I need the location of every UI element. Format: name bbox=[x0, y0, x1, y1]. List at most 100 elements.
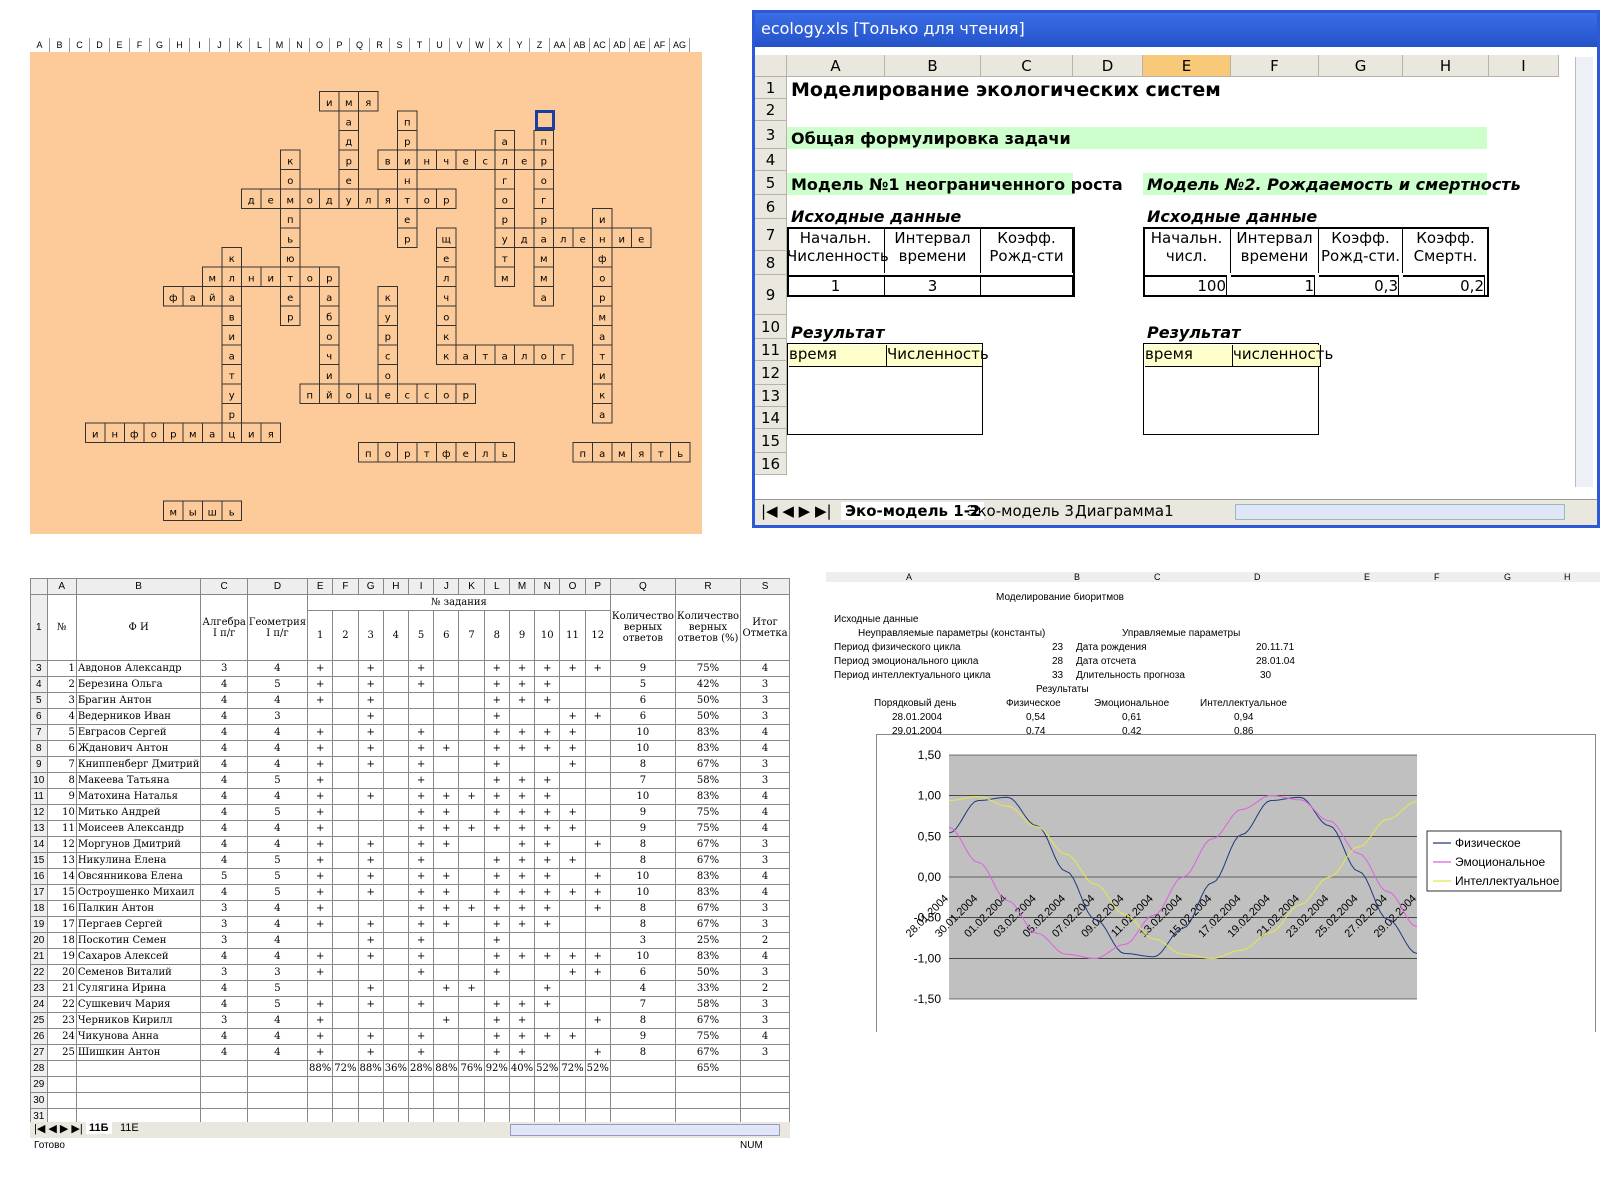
task-mark[interactable] bbox=[534, 964, 561, 981]
col-e[interactable]: E bbox=[1143, 55, 1231, 77]
geo-grade[interactable]: 4 bbox=[246, 900, 309, 917]
geo-grade[interactable]: 4 bbox=[246, 788, 309, 805]
task-mark[interactable]: + bbox=[357, 660, 384, 677]
student-num[interactable]: 3 bbox=[46, 692, 77, 709]
task-mark[interactable] bbox=[332, 900, 359, 917]
task-mark[interactable] bbox=[559, 788, 586, 805]
task-mark[interactable]: + bbox=[508, 676, 536, 693]
task-mark[interactable] bbox=[407, 1012, 435, 1029]
correct-pct[interactable]: 83% bbox=[674, 884, 742, 901]
correct-count[interactable]: 9 bbox=[609, 804, 676, 821]
task-mark[interactable]: + bbox=[357, 932, 384, 949]
task-mark[interactable] bbox=[534, 932, 561, 949]
row-header[interactable]: 8 bbox=[755, 251, 787, 275]
task-mark[interactable] bbox=[407, 980, 435, 997]
student-num[interactable]: 10 bbox=[46, 804, 77, 821]
task-mark[interactable] bbox=[332, 772, 359, 789]
student-num[interactable]: 5 bbox=[46, 724, 77, 741]
empty-cell[interactable] bbox=[534, 1076, 561, 1093]
task-mark[interactable] bbox=[584, 916, 611, 933]
row-header[interactable]: 10 bbox=[755, 315, 787, 339]
task-mark[interactable]: + bbox=[357, 884, 384, 901]
task-mark[interactable]: + bbox=[307, 964, 334, 981]
geo-grade[interactable]: 4 bbox=[246, 724, 309, 741]
geo-grade[interactable]: 5 bbox=[246, 980, 309, 997]
student-num[interactable]: 24 bbox=[46, 1028, 77, 1045]
task-mark[interactable]: + bbox=[357, 868, 384, 885]
task-mark[interactable]: + bbox=[534, 772, 561, 789]
task-mark[interactable] bbox=[458, 836, 485, 853]
task-mark[interactable]: + bbox=[458, 788, 485, 805]
task-mark[interactable] bbox=[332, 996, 359, 1013]
student-name[interactable]: Книппенберг Дмитрий bbox=[75, 756, 202, 773]
row-num[interactable]: 27 bbox=[30, 1044, 48, 1061]
task-mark[interactable]: + bbox=[534, 996, 561, 1013]
task-mark[interactable] bbox=[332, 852, 359, 869]
alg-grade[interactable]: 4 bbox=[200, 948, 248, 965]
task-mark[interactable]: + bbox=[407, 788, 435, 805]
correct-pct[interactable]: 83% bbox=[674, 724, 742, 741]
task-mark[interactable]: + bbox=[584, 1012, 611, 1029]
student-name[interactable]: Авдонов Александр bbox=[75, 660, 202, 677]
task-mark[interactable] bbox=[433, 1044, 460, 1061]
row-header[interactable]: 7 bbox=[755, 219, 787, 251]
empty-cell[interactable] bbox=[584, 1092, 611, 1109]
task-mark[interactable] bbox=[332, 1044, 359, 1061]
task-mark[interactable] bbox=[584, 724, 611, 741]
task-mark[interactable] bbox=[534, 756, 561, 773]
task-mark[interactable]: + bbox=[433, 884, 460, 901]
task-mark[interactable] bbox=[382, 708, 409, 725]
row-num[interactable]: 15 bbox=[30, 852, 48, 869]
grades-col-header[interactable]: G bbox=[357, 578, 384, 595]
grades-col-header[interactable]: O bbox=[559, 578, 586, 595]
geo-grade[interactable]: 4 bbox=[246, 1028, 309, 1045]
task-mark[interactable] bbox=[433, 692, 460, 709]
alg-grade[interactable]: 4 bbox=[200, 740, 248, 757]
alg-grade[interactable]: 4 bbox=[200, 1028, 248, 1045]
task-mark[interactable] bbox=[584, 740, 611, 757]
row-header[interactable]: 15 bbox=[755, 429, 787, 453]
task-mark[interactable]: + bbox=[483, 756, 510, 773]
final-mark[interactable]: 4 bbox=[740, 868, 790, 885]
empty-cell[interactable] bbox=[483, 1092, 510, 1109]
grades-col-header[interactable] bbox=[30, 578, 48, 595]
empty-cell[interactable] bbox=[332, 1092, 359, 1109]
task-mark[interactable]: + bbox=[559, 884, 586, 901]
student-name[interactable]: Митько Андрей bbox=[75, 804, 202, 821]
task-mark[interactable]: + bbox=[508, 900, 536, 917]
task-mark[interactable]: + bbox=[357, 1044, 384, 1061]
task-mark[interactable] bbox=[382, 868, 409, 885]
task-mark[interactable]: + bbox=[483, 724, 510, 741]
task-mark[interactable]: + bbox=[508, 948, 536, 965]
task-mark[interactable]: + bbox=[433, 868, 460, 885]
final-mark[interactable]: 4 bbox=[740, 740, 790, 757]
correct-count[interactable]: 10 bbox=[609, 948, 676, 965]
task-mark[interactable] bbox=[508, 932, 536, 949]
grades-col-header[interactable]: J bbox=[433, 578, 460, 595]
task-mark[interactable] bbox=[584, 772, 611, 789]
task-mark[interactable]: + bbox=[357, 708, 384, 725]
empty-cell[interactable] bbox=[458, 1092, 485, 1109]
task-mark[interactable]: + bbox=[407, 740, 435, 757]
task-mark[interactable]: + bbox=[433, 980, 460, 997]
tab-eco-1-2[interactable]: Эко-модель 1-2 bbox=[841, 502, 985, 520]
task-mark[interactable]: + bbox=[508, 660, 536, 677]
task-mark[interactable]: + bbox=[307, 836, 334, 853]
task-mark[interactable] bbox=[559, 932, 586, 949]
task-mark[interactable]: + bbox=[357, 916, 384, 933]
geo-grade[interactable]: 4 bbox=[246, 1012, 309, 1029]
student-num[interactable]: 25 bbox=[46, 1044, 77, 1061]
final-mark[interactable]: 3 bbox=[740, 772, 790, 789]
correct-pct[interactable]: 75% bbox=[674, 660, 742, 677]
task-mark[interactable] bbox=[382, 884, 409, 901]
task-mark[interactable]: + bbox=[307, 916, 334, 933]
task-mark[interactable] bbox=[433, 660, 460, 677]
task-mark[interactable] bbox=[508, 964, 536, 981]
task-mark[interactable] bbox=[458, 964, 485, 981]
task-mark[interactable]: + bbox=[433, 820, 460, 837]
task-mark[interactable]: + bbox=[407, 884, 435, 901]
row-num[interactable]: 14 bbox=[30, 836, 48, 853]
correct-count[interactable]: 8 bbox=[609, 916, 676, 933]
task-mark[interactable]: + bbox=[534, 868, 561, 885]
task-mark[interactable] bbox=[458, 692, 485, 709]
